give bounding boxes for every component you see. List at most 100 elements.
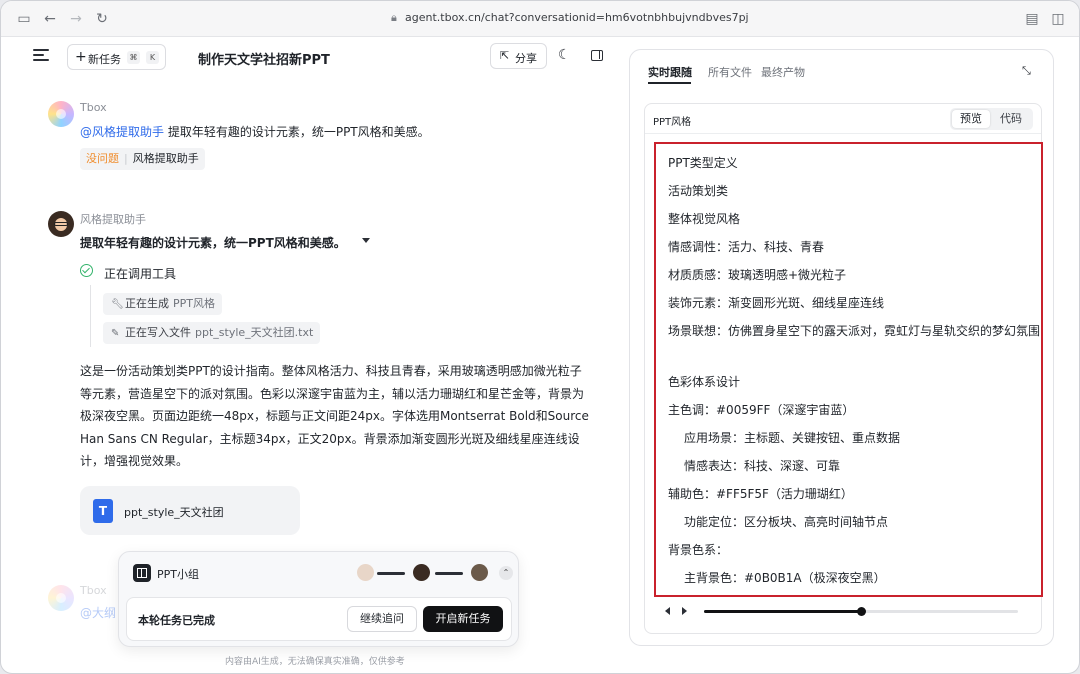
content-line: 装饰元素：渐变圆形光斑、细线星座连线 bbox=[668, 296, 885, 310]
content-line: 整体视觉风格 bbox=[668, 212, 741, 226]
tool-action: 正在生成 bbox=[125, 297, 169, 310]
panel-toggle-icon[interactable] bbox=[591, 50, 603, 61]
status-tag: 没问题 | 风格提取助手 bbox=[80, 148, 205, 170]
share-label: 分享 bbox=[515, 52, 537, 65]
content-line: 场景联想：仿佛置身星空下的露天派对，霓虹灯与星轨交织的梦幻氛围 bbox=[668, 324, 1041, 338]
playback-bar bbox=[645, 601, 1041, 627]
sender-name: 风格提取助手 bbox=[80, 213, 146, 226]
disclaimer: 内容由AI生成，无法确保真实准确，仅供参考 bbox=[225, 657, 405, 667]
check-circle-icon bbox=[80, 264, 93, 277]
content-preview: PPT类型定义 活动策划类 整体视觉风格 情感调性：活力、科技、青春 材质质感：… bbox=[654, 142, 1043, 597]
message-text: @大纲 bbox=[80, 604, 116, 621]
mention-link[interactable]: @大纲 bbox=[80, 606, 116, 620]
message-text: @风格提取助手 提取年轻有趣的设计元素，统一PPT风格和美感。 bbox=[80, 123, 430, 140]
content-line: 材质质感：玻璃透明感+微光粒子 bbox=[668, 268, 847, 282]
menu-icon[interactable] bbox=[33, 49, 49, 63]
content-line: 情感调性：活力、科技、青春 bbox=[668, 240, 825, 254]
progress-thumb[interactable] bbox=[857, 607, 866, 616]
shortcut-k: K bbox=[146, 51, 159, 64]
share-button[interactable]: ⇱ 分享 bbox=[490, 43, 547, 69]
reload-icon[interactable]: ↻ bbox=[93, 10, 111, 28]
view-switch: 预览 代码 bbox=[950, 108, 1033, 130]
new-task-button[interactable]: + 新任务 ⌘ K bbox=[67, 44, 166, 70]
code-tab[interactable]: 代码 bbox=[992, 110, 1030, 128]
content-line: 功能定位：区分板块、高亮时间轴节点 bbox=[684, 515, 889, 529]
message-paragraph: 这是一份活动策划类PPT的设计指南。整体风格活力、科技且青春，采用玻璃透明感加微… bbox=[80, 364, 589, 468]
address-bar[interactable]: 🔒︎ agent.tbox.cn/chat?conversationid=hm6v… bbox=[391, 11, 749, 25]
step-back-icon[interactable] bbox=[665, 607, 670, 615]
group-icon bbox=[133, 564, 151, 582]
doc-icon: T bbox=[93, 499, 113, 523]
member-avatar bbox=[471, 564, 488, 581]
reader-icon[interactable]: ▤ bbox=[1023, 10, 1041, 28]
browser-toolbar: ▭ ← → ↻ 🔒︎ agent.tbox.cn/chat?conversatio… bbox=[1, 1, 1079, 37]
pencil-icon: ✎ bbox=[111, 328, 120, 339]
dark-mode-icon[interactable]: ☾ bbox=[558, 47, 571, 63]
collapse-icon[interactable]: ⤡ bbox=[1022, 64, 1031, 78]
member-progress bbox=[377, 572, 405, 575]
tbox-avatar bbox=[48, 585, 74, 611]
shortcut-cmd: ⌘ bbox=[127, 51, 140, 64]
plus-icon: + bbox=[75, 49, 87, 65]
right-panel: 实时跟随 所有文件 最终产物 ⤡ PPT风格 预览 代码 PPT类型定义 活动策… bbox=[629, 49, 1054, 646]
follow-up-button[interactable]: 继续追问 bbox=[347, 606, 417, 632]
tag-agent: 风格提取助手 bbox=[132, 152, 199, 165]
tag-status: 没问题 bbox=[86, 152, 119, 165]
viewer-header: PPT风格 预览 代码 bbox=[645, 104, 1041, 134]
tool-chip[interactable]: ✎ 正在写入文件 ppt_style_天文社团.txt bbox=[103, 322, 321, 344]
sender-name: Tbox bbox=[80, 101, 107, 114]
message-body: 提取年轻有趣的设计元素，统一PPT风格和美感。 bbox=[164, 125, 430, 139]
forward-icon[interactable]: → bbox=[67, 10, 85, 28]
url-text: agent.tbox.cn/chat?conversationid=hm6vot… bbox=[405, 11, 749, 24]
viewer-title: PPT风格 bbox=[653, 117, 692, 128]
file-viewer: PPT风格 预览 代码 PPT类型定义 活动策划类 整体视觉风格 情感调性：活力… bbox=[644, 103, 1043, 634]
tool-chip[interactable]: 🔧︎正在生成 PPT风格 bbox=[103, 293, 222, 315]
content-line: 辅助色：#FF5F5F（活力珊瑚红） bbox=[668, 487, 853, 501]
content-line: 应用场景：主标题、关键按钮、重点数据 bbox=[684, 431, 901, 445]
content-line: 主色调：#0059FF（深邃宇宙蓝） bbox=[668, 403, 855, 417]
content-line: 色彩体系设计 bbox=[668, 375, 741, 389]
file-card[interactable]: T ppt_style_天文社团 bbox=[80, 486, 300, 535]
content-line: 主背景色：#0B0B1A（极深夜空黑） bbox=[684, 571, 886, 585]
progress-track[interactable] bbox=[704, 607, 1018, 616]
wrench-icon: 🔧︎ bbox=[111, 299, 124, 310]
group-status-bar: 本轮任务已完成 继续追问 开启新任务 bbox=[126, 597, 512, 641]
tab-all-files[interactable]: 所有文件 bbox=[708, 64, 752, 80]
content-line: 背景色系： bbox=[668, 543, 729, 557]
expand-caret-icon[interactable] bbox=[362, 238, 370, 243]
chevron-up-icon[interactable]: ⌃ bbox=[499, 566, 513, 580]
sender-name: Tbox bbox=[80, 584, 107, 597]
group-card: PPT小组 ⌃ 本轮任务已完成 继续追问 开启新任务 bbox=[118, 551, 519, 647]
tool-target: ppt_style_天文社团.txt bbox=[195, 326, 314, 339]
page-title: 制作天文学社招新PPT bbox=[198, 53, 330, 68]
content-line: 活动策划类 bbox=[668, 184, 729, 198]
divider bbox=[90, 285, 91, 347]
app-window: ▭ ← → ↻ 🔒︎ agent.tbox.cn/chat?conversatio… bbox=[0, 0, 1080, 674]
member-progress bbox=[435, 572, 463, 575]
new-task-label: 新任务 bbox=[88, 53, 121, 66]
status-text: 本轮任务已完成 bbox=[138, 614, 215, 627]
assistant-avatar bbox=[48, 211, 74, 237]
back-icon[interactable]: ← bbox=[41, 10, 59, 28]
content-line: 情感表达：科技、深邃、可靠 bbox=[684, 459, 841, 473]
tab-final[interactable]: 最终产物 bbox=[761, 64, 805, 80]
member-avatar bbox=[413, 564, 430, 581]
step-forward-icon[interactable] bbox=[682, 607, 687, 615]
tool-action: 正在写入文件 bbox=[125, 326, 191, 339]
content-line: PPT类型定义 bbox=[668, 156, 738, 170]
group-name: PPT小组 bbox=[157, 568, 199, 581]
lock-icon: 🔒︎ bbox=[391, 11, 397, 24]
progress-fill bbox=[704, 610, 861, 613]
active-tab-indicator bbox=[648, 82, 691, 84]
new-task-start-button[interactable]: 开启新任务 bbox=[423, 606, 503, 632]
file-name: ppt_style_天文社团 bbox=[124, 506, 224, 519]
tool-target: PPT风格 bbox=[173, 297, 215, 310]
split-view-icon[interactable]: ◫ bbox=[1049, 10, 1067, 28]
tbox-avatar bbox=[48, 101, 74, 127]
tab-live[interactable]: 实时跟随 bbox=[648, 64, 692, 80]
sidebar-icon[interactable]: ▭ bbox=[15, 10, 33, 28]
member-avatar bbox=[357, 564, 374, 581]
preview-tab[interactable]: 预览 bbox=[952, 110, 990, 128]
message-heading: 提取年轻有趣的设计元素，统一PPT风格和美感。 bbox=[80, 236, 346, 250]
mention-link[interactable]: @风格提取助手 bbox=[80, 125, 164, 139]
